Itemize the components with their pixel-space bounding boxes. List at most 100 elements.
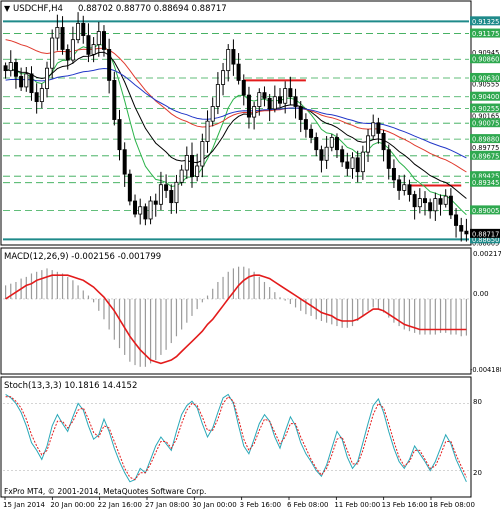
candle-body [174,181,179,204]
candle-body [246,94,251,118]
candle-body [200,141,205,167]
candle-body [143,206,148,220]
candle-body [39,88,44,103]
time-label: 22 Jan 16:00 [98,501,142,509]
candle-body [366,135,371,153]
candle-body [350,157,355,169]
candle-body [205,120,210,142]
candle-body [381,132,386,151]
candle-body [355,157,360,173]
candle-body [34,92,39,103]
candle-body [252,106,257,118]
candle-body [81,22,86,36]
candle-body [184,154,189,171]
green-level-label: 0.90400 [472,93,499,101]
chart-symbol: USDCHF,H4 [13,4,63,14]
green-level-label: 0.90860 [472,56,499,64]
candle-body [303,119,308,130]
candle-body [464,230,469,235]
candle-body [407,184,412,195]
candle-body [60,27,65,50]
candle-body [91,44,96,55]
macd-pane-frame [0,247,472,375]
chart-canvas[interactable]: 0.909450.905550.901650.897750.893850.889… [0,0,501,510]
candle-body [422,198,427,204]
green-level-label: 0.90255 [472,105,499,113]
candle-body [309,128,314,138]
candle-body [391,168,396,181]
candle-body [226,49,231,72]
candle-body [29,73,34,94]
time-label: 15 Jan 2014 [3,501,46,509]
candle-body [195,165,200,177]
candle-body [298,106,303,120]
candle-body [122,149,127,175]
macd-tick-bottom: -0.004188 [470,366,501,374]
teal-level-label: 0.91325 [472,18,499,26]
macd-tick-top: 0.002177 [473,250,501,258]
candle-body [65,49,70,61]
candle-body [340,149,345,163]
green-level-label: 0.89345 [472,179,499,187]
candle-body [324,146,329,161]
macd-tick-zero: 0.00 [473,290,489,298]
candle-body [438,198,443,205]
green-level-label: 0.91175 [472,30,499,38]
candle-body [19,75,24,88]
candle-body [169,190,174,204]
chart-ohlc: 0.88702 0.88770 0.88694 0.88717 [78,4,227,14]
candle-body [397,179,402,191]
time-label: 3 Feb 16:00 [240,501,281,509]
green-level-label: 0.89675 [472,152,499,160]
stoch-tick-20: 20 [473,469,482,477]
candle-body [24,73,29,88]
candle-body [459,225,464,232]
candle-body [402,184,407,191]
candle-body [376,122,381,134]
candle-body [454,214,459,226]
time-label: 13 Feb 16:00 [382,501,428,509]
candle-body [189,154,194,177]
candle-body [3,65,8,72]
candle-body [360,151,365,173]
candle-body [101,31,106,50]
candle-body [314,137,319,151]
candle-body [283,88,288,104]
time-label: 11 Feb 00:00 [334,501,380,509]
candle-body [179,169,184,183]
candle-body [86,35,91,55]
candle-body [148,200,153,220]
candle-body [428,202,433,212]
candle-body [386,149,391,169]
candle-body [45,67,50,89]
candle-body [13,62,18,77]
green-level-label: 0.90075 [472,120,499,128]
candle-body [262,92,267,99]
candle-body [412,194,417,208]
candle-body [448,195,453,216]
candle-body [433,198,438,212]
candle-body [117,119,122,151]
green-level-label: 0.89005 [472,207,499,215]
time-label: 20 Jan 00:00 [50,501,94,509]
green-level-label: 0.90630 [472,74,499,82]
candle-body [334,137,339,151]
candle-body [76,22,81,41]
candle-body [153,200,158,205]
candle-body [293,96,298,107]
candle-body [345,161,350,169]
candle-body [278,96,283,104]
candle-body [257,92,262,107]
candle-body [107,49,112,81]
dropdown-arrow-icon[interactable]: ▼ [4,4,11,13]
candle-body [319,149,324,161]
candle-body [231,49,236,65]
candle-body [236,63,241,81]
candle-body [371,122,376,137]
macd-label: MACD(12,26,9) -0.002156 -0.001799 [4,252,161,262]
candle-body [221,70,226,85]
candle-body [210,106,215,122]
candle-body [164,184,169,191]
candle-body [112,80,117,120]
candle-body [272,96,277,110]
